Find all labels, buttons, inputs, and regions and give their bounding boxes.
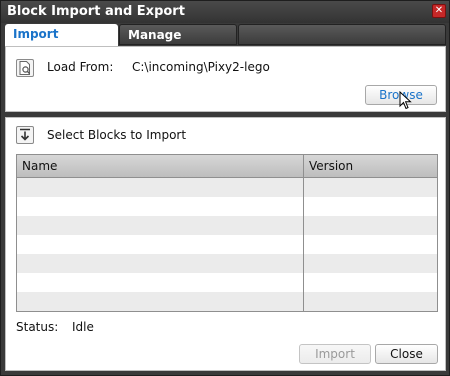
table-header: Name Version <box>17 155 437 178</box>
column-header-name[interactable]: Name <box>17 155 303 177</box>
table-row <box>17 197 437 216</box>
window-title: Block Import and Export <box>7 4 185 19</box>
column-header-version[interactable]: Version <box>304 155 437 177</box>
close-icon[interactable]: ✕ <box>432 4 446 18</box>
tab-bar-filler <box>238 24 446 45</box>
column-divider <box>303 155 304 311</box>
close-button[interactable]: Close <box>375 344 438 364</box>
table-row <box>17 273 437 292</box>
load-from-label: Load From: <box>47 60 114 74</box>
tab-import[interactable]: Import <box>5 24 118 47</box>
load-path: C:\incoming\Pixy2-lego <box>132 60 270 74</box>
status-label: Status: <box>16 320 59 334</box>
table-row <box>17 292 437 311</box>
load-panel: Load From: C:\incoming\Pixy2-lego Browse <box>5 46 446 112</box>
tab-manage[interactable]: Manage <box>119 24 237 45</box>
table-row <box>17 254 437 273</box>
select-panel: Select Blocks to Import Name Version Sta… <box>5 117 446 371</box>
status-value: Idle <box>72 320 94 334</box>
mouse-cursor <box>399 91 412 110</box>
select-blocks-label: Select Blocks to Import <box>47 128 187 142</box>
import-button[interactable]: Import <box>299 344 371 364</box>
tab-bar: Import Manage <box>5 24 446 47</box>
title-bar[interactable]: Block Import and Export ✕ <box>1 1 449 23</box>
table-row <box>17 235 437 254</box>
table-row <box>17 178 437 197</box>
download-arrow-icon <box>16 126 34 144</box>
dialog-window: Block Import and Export ✕ Import Manage … <box>0 0 450 376</box>
table-row <box>17 216 437 235</box>
blocks-table[interactable]: Name Version <box>16 154 438 312</box>
file-search-icon <box>16 59 34 77</box>
